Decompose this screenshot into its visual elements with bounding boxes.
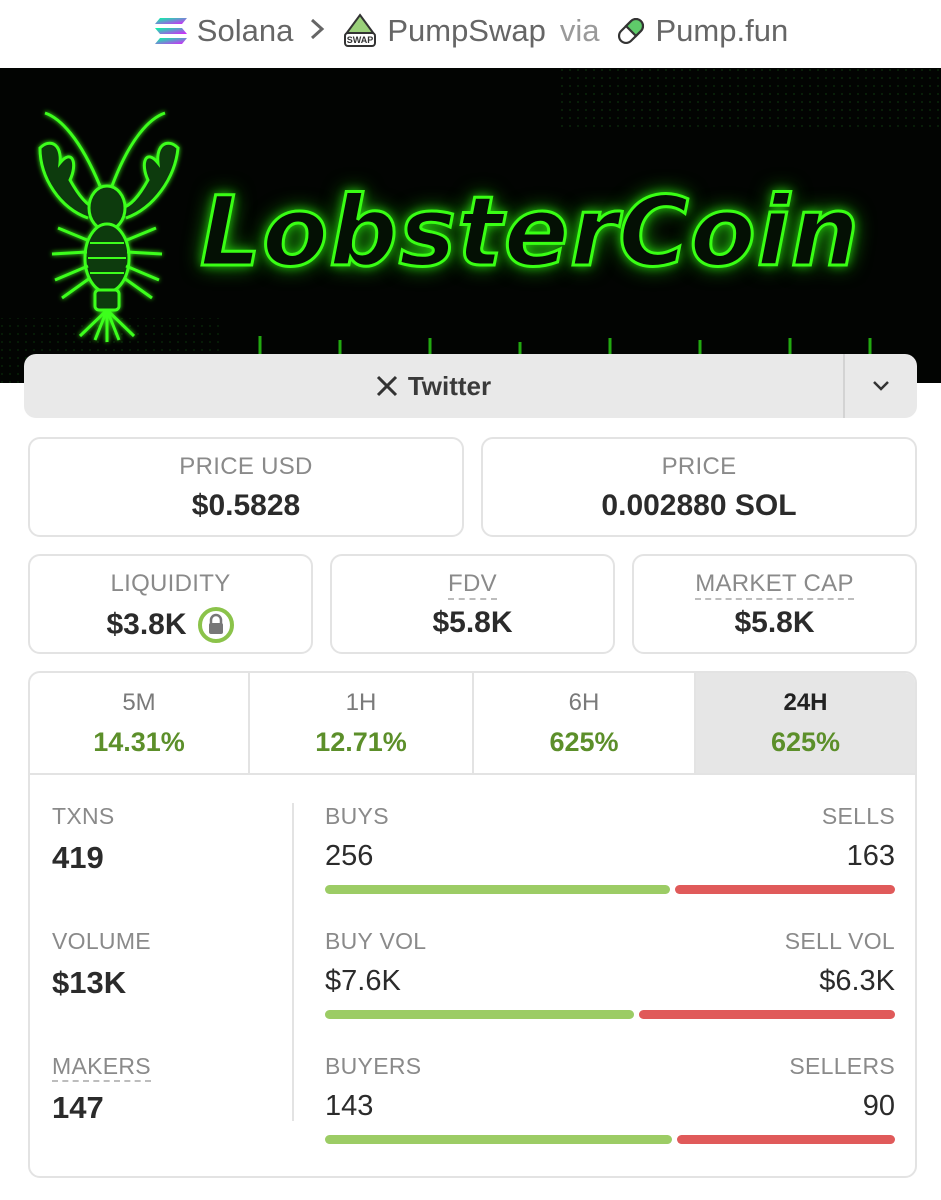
- tab-6h[interactable]: 6H 625%: [474, 673, 696, 773]
- sell-vol-label: SELL VOL: [784, 928, 895, 954]
- tab-5m[interactable]: 5M 14.31%: [30, 673, 250, 773]
- tab-1h[interactable]: 1H 12.71%: [250, 673, 474, 773]
- price-usd-value: $0.5828: [191, 489, 301, 522]
- sells-label: SELLS: [821, 803, 895, 829]
- lock-icon[interactable]: [197, 606, 235, 644]
- breadcrumb-chain-label: Solana: [196, 13, 294, 48]
- makers-label[interactable]: MAKERS: [52, 1053, 151, 1082]
- buys-sells-bar: [325, 885, 895, 894]
- buyers-label: BUYERS: [325, 1053, 422, 1079]
- sell-share-bar: [639, 1010, 895, 1019]
- breadcrumb-launchpad[interactable]: Pump.fun: [614, 13, 789, 49]
- price-native-label: PRICE: [661, 453, 737, 480]
- buys-value: 256: [325, 840, 374, 872]
- volume-stat: VOLUME $13K: [52, 928, 292, 1053]
- timeframe-tabs: 5M 14.31% 1H 12.71% 6H 625% 24H 625%: [30, 673, 915, 775]
- fdv-card: FDV $5.8K: [330, 554, 615, 654]
- breadcrumb-dex-label: PumpSwap: [387, 13, 546, 48]
- pumpswap-badge-text: SWAP: [347, 35, 374, 45]
- twitter-link-button[interactable]: Twitter: [24, 354, 843, 418]
- tab-label: 24H: [783, 689, 828, 716]
- tab-label: 6H: [568, 689, 600, 716]
- breadcrumb-chain[interactable]: Solana: [153, 13, 294, 49]
- volume-split-row: BUY VOL SELL VOL $7.6K $6.3K: [325, 928, 895, 1053]
- market-cap-label[interactable]: MARKET CAP: [695, 570, 854, 600]
- tab-24h[interactable]: 24H 625%: [696, 673, 915, 773]
- breadcrumb: Solana SWAP PumpSwap via Pump.fun: [0, 0, 941, 62]
- volume-value: $13K: [52, 965, 127, 1000]
- txns-value: 419: [52, 840, 104, 875]
- liquidity-label: LIQUIDITY: [110, 570, 231, 597]
- volume-label: VOLUME: [52, 928, 151, 954]
- buyers-sellers-row: BUYERS SELLERS 143 90: [325, 1053, 895, 1176]
- buy-vol-value: $7.6K: [325, 965, 401, 997]
- breadcrumb-launchpad-label: Pump.fun: [655, 13, 789, 48]
- sells-value: 163: [846, 840, 895, 872]
- fdv-value: $5.8K: [432, 606, 513, 639]
- tab-label: 5M: [122, 689, 156, 716]
- sell-share-bar: [676, 1135, 895, 1144]
- buys-label: BUYS: [325, 803, 389, 829]
- price-usd-label: PRICE USD: [179, 453, 313, 480]
- price-usd-card: PRICE USD $0.5828: [28, 437, 464, 537]
- buy-share-bar: [325, 885, 671, 894]
- fdv-label[interactable]: FDV: [448, 570, 497, 600]
- token-banner: LobsterCoin: [0, 68, 941, 383]
- price-native-card: PRICE 0.002880 SOL: [481, 437, 917, 537]
- x-logo-icon: [376, 375, 398, 397]
- tab-change: 625%: [770, 727, 841, 757]
- buyers-sellers-bar: [325, 1135, 895, 1144]
- tab-label: 1H: [345, 689, 377, 716]
- buyers-value: 143: [325, 1090, 374, 1122]
- tab-change: 14.31%: [93, 727, 185, 757]
- solana-icon: [153, 16, 189, 46]
- breadcrumb-via: via: [559, 13, 600, 48]
- tab-change: 12.71%: [315, 727, 407, 757]
- more-links-dropdown[interactable]: [843, 354, 917, 418]
- chevron-down-icon: [871, 379, 891, 393]
- chevron-right-icon: [309, 16, 325, 47]
- price-native-value: 0.002880 SOL: [601, 489, 797, 522]
- txns-stat: TXNS 419: [52, 803, 292, 928]
- makers-stat: MAKERS 147: [52, 1053, 292, 1176]
- stats-divider: [292, 803, 294, 1121]
- liquidity-value: $3.8K: [106, 608, 187, 641]
- volume-split-bar: [325, 1010, 895, 1019]
- twitter-link-label: Twitter: [407, 370, 492, 401]
- breadcrumb-dex[interactable]: SWAP PumpSwap: [341, 12, 546, 50]
- pill-icon: [614, 14, 648, 48]
- social-links-bar: Twitter: [24, 354, 917, 418]
- liquidity-card: LIQUIDITY $3.8K: [28, 554, 313, 654]
- summary-stats: TXNS 419 VOLUME $13K MAKERS 147: [52, 803, 292, 1176]
- timeframe-stats-panel: 5M 14.31% 1H 12.71% 6H 625% 24H 625% TXN…: [28, 671, 917, 1178]
- buys-sells-row: BUYS SELLS 256 163: [325, 803, 895, 928]
- buy-share-bar: [325, 1135, 672, 1144]
- buy-vol-label: BUY VOL: [325, 928, 427, 954]
- sellers-label: SELLERS: [789, 1053, 895, 1079]
- buy-share-bar: [325, 1010, 635, 1019]
- sell-vol-value: $6.3K: [819, 965, 895, 997]
- sellers-value: 90: [862, 1090, 895, 1122]
- sell-share-bar: [675, 885, 895, 894]
- market-cap-card: MARKET CAP $5.8K: [632, 554, 917, 654]
- banner-title: LobsterCoin: [199, 175, 861, 290]
- tab-change: 625%: [549, 727, 619, 757]
- makers-value: 147: [52, 1090, 104, 1125]
- buy-sell-breakdown: BUYS SELLS 256 163 BUY VOL SELL VOL $7.6…: [325, 803, 895, 1176]
- market-cap-value: $5.8K: [734, 606, 815, 639]
- txns-label: TXNS: [52, 803, 115, 829]
- pumpswap-icon: SWAP: [341, 12, 379, 50]
